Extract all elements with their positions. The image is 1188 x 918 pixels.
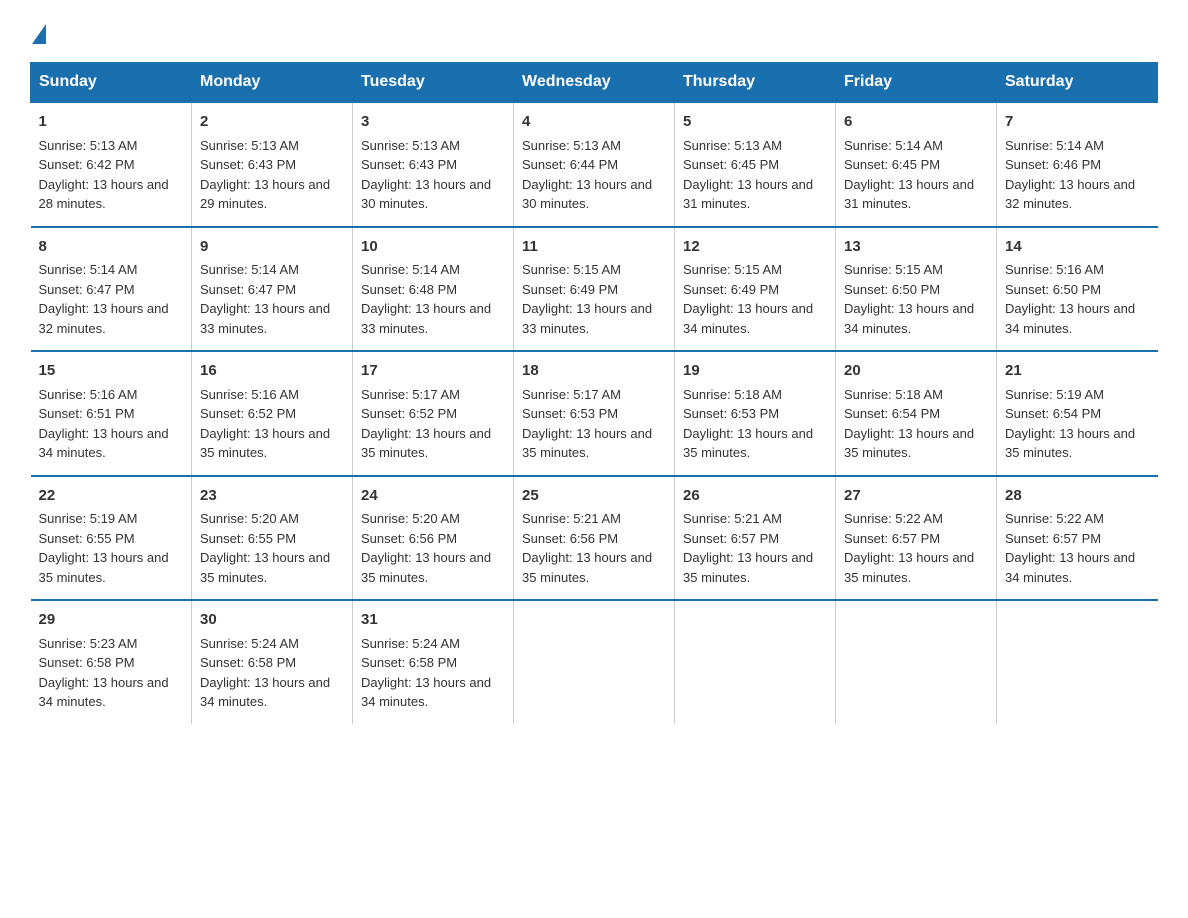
- day-number: 27: [844, 485, 988, 508]
- calendar-cell: 23Sunrise: 5:20 AMSunset: 6:55 PMDayligh…: [192, 476, 353, 601]
- day-number: 12: [683, 236, 827, 259]
- day-number: 4: [522, 111, 666, 134]
- calendar-cell: 20Sunrise: 5:18 AMSunset: 6:54 PMDayligh…: [836, 351, 997, 476]
- day-number: 10: [361, 236, 505, 259]
- calendar-cell: 29Sunrise: 5:23 AMSunset: 6:58 PMDayligh…: [31, 600, 192, 724]
- day-number: 16: [200, 360, 344, 383]
- calendar-cell: 26Sunrise: 5:21 AMSunset: 6:57 PMDayligh…: [675, 476, 836, 601]
- day-of-week-header: Friday: [836, 63, 997, 103]
- calendar-cell: 14Sunrise: 5:16 AMSunset: 6:50 PMDayligh…: [997, 227, 1158, 352]
- page-header: [30, 24, 1158, 44]
- logo: [30, 24, 48, 44]
- calendar-week-row: 8Sunrise: 5:14 AMSunset: 6:47 PMDaylight…: [31, 227, 1158, 352]
- calendar-cell: [514, 600, 675, 724]
- day-of-week-header: Wednesday: [514, 63, 675, 103]
- day-number: 20: [844, 360, 988, 383]
- calendar-cell: [997, 600, 1158, 724]
- day-number: 29: [39, 609, 184, 632]
- calendar-week-row: 22Sunrise: 5:19 AMSunset: 6:55 PMDayligh…: [31, 476, 1158, 601]
- day-of-week-header: Thursday: [675, 63, 836, 103]
- calendar-cell: 28Sunrise: 5:22 AMSunset: 6:57 PMDayligh…: [997, 476, 1158, 601]
- day-number: 7: [1005, 111, 1150, 134]
- calendar-body: 1Sunrise: 5:13 AMSunset: 6:42 PMDaylight…: [31, 102, 1158, 724]
- calendar-cell: 30Sunrise: 5:24 AMSunset: 6:58 PMDayligh…: [192, 600, 353, 724]
- day-number: 25: [522, 485, 666, 508]
- calendar-cell: 3Sunrise: 5:13 AMSunset: 6:43 PMDaylight…: [353, 102, 514, 227]
- day-number: 1: [39, 111, 184, 134]
- calendar-cell: 25Sunrise: 5:21 AMSunset: 6:56 PMDayligh…: [514, 476, 675, 601]
- calendar-cell: 4Sunrise: 5:13 AMSunset: 6:44 PMDaylight…: [514, 102, 675, 227]
- calendar-cell: 27Sunrise: 5:22 AMSunset: 6:57 PMDayligh…: [836, 476, 997, 601]
- calendar-cell: 7Sunrise: 5:14 AMSunset: 6:46 PMDaylight…: [997, 102, 1158, 227]
- day-number: 15: [39, 360, 184, 383]
- day-number: 11: [522, 236, 666, 259]
- day-number: 23: [200, 485, 344, 508]
- calendar-cell: 8Sunrise: 5:14 AMSunset: 6:47 PMDaylight…: [31, 227, 192, 352]
- calendar-week-row: 29Sunrise: 5:23 AMSunset: 6:58 PMDayligh…: [31, 600, 1158, 724]
- day-number: 14: [1005, 236, 1150, 259]
- day-number: 6: [844, 111, 988, 134]
- calendar-cell: 17Sunrise: 5:17 AMSunset: 6:52 PMDayligh…: [353, 351, 514, 476]
- calendar-cell: 21Sunrise: 5:19 AMSunset: 6:54 PMDayligh…: [997, 351, 1158, 476]
- calendar-cell: [675, 600, 836, 724]
- day-number: 22: [39, 485, 184, 508]
- calendar-header: SundayMondayTuesdayWednesdayThursdayFrid…: [31, 63, 1158, 103]
- day-number: 30: [200, 609, 344, 632]
- day-of-week-header: Monday: [192, 63, 353, 103]
- calendar-cell: 24Sunrise: 5:20 AMSunset: 6:56 PMDayligh…: [353, 476, 514, 601]
- calendar-cell: 22Sunrise: 5:19 AMSunset: 6:55 PMDayligh…: [31, 476, 192, 601]
- calendar-cell: 6Sunrise: 5:14 AMSunset: 6:45 PMDaylight…: [836, 102, 997, 227]
- day-number: 17: [361, 360, 505, 383]
- calendar-cell: 5Sunrise: 5:13 AMSunset: 6:45 PMDaylight…: [675, 102, 836, 227]
- day-number: 5: [683, 111, 827, 134]
- day-of-week-header: Saturday: [997, 63, 1158, 103]
- calendar-cell: 12Sunrise: 5:15 AMSunset: 6:49 PMDayligh…: [675, 227, 836, 352]
- calendar-week-row: 15Sunrise: 5:16 AMSunset: 6:51 PMDayligh…: [31, 351, 1158, 476]
- calendar-cell: 15Sunrise: 5:16 AMSunset: 6:51 PMDayligh…: [31, 351, 192, 476]
- calendar-cell: 10Sunrise: 5:14 AMSunset: 6:48 PMDayligh…: [353, 227, 514, 352]
- day-number: 2: [200, 111, 344, 134]
- day-number: 9: [200, 236, 344, 259]
- day-number: 26: [683, 485, 827, 508]
- days-of-week-row: SundayMondayTuesdayWednesdayThursdayFrid…: [31, 63, 1158, 103]
- day-of-week-header: Sunday: [31, 63, 192, 103]
- calendar-cell: 16Sunrise: 5:16 AMSunset: 6:52 PMDayligh…: [192, 351, 353, 476]
- day-number: 18: [522, 360, 666, 383]
- day-number: 8: [39, 236, 184, 259]
- calendar-cell: 1Sunrise: 5:13 AMSunset: 6:42 PMDaylight…: [31, 102, 192, 227]
- day-number: 3: [361, 111, 505, 134]
- day-number: 31: [361, 609, 505, 632]
- day-number: 19: [683, 360, 827, 383]
- day-number: 13: [844, 236, 988, 259]
- day-number: 24: [361, 485, 505, 508]
- calendar-cell: 19Sunrise: 5:18 AMSunset: 6:53 PMDayligh…: [675, 351, 836, 476]
- calendar-week-row: 1Sunrise: 5:13 AMSunset: 6:42 PMDaylight…: [31, 102, 1158, 227]
- calendar-table: SundayMondayTuesdayWednesdayThursdayFrid…: [30, 62, 1158, 724]
- day-number: 21: [1005, 360, 1150, 383]
- calendar-cell: 31Sunrise: 5:24 AMSunset: 6:58 PMDayligh…: [353, 600, 514, 724]
- calendar-cell: 9Sunrise: 5:14 AMSunset: 6:47 PMDaylight…: [192, 227, 353, 352]
- day-of-week-header: Tuesday: [353, 63, 514, 103]
- calendar-cell: 2Sunrise: 5:13 AMSunset: 6:43 PMDaylight…: [192, 102, 353, 227]
- calendar-cell: 11Sunrise: 5:15 AMSunset: 6:49 PMDayligh…: [514, 227, 675, 352]
- calendar-cell: [836, 600, 997, 724]
- calendar-cell: 13Sunrise: 5:15 AMSunset: 6:50 PMDayligh…: [836, 227, 997, 352]
- day-number: 28: [1005, 485, 1150, 508]
- logo-triangle-icon: [32, 24, 46, 44]
- calendar-cell: 18Sunrise: 5:17 AMSunset: 6:53 PMDayligh…: [514, 351, 675, 476]
